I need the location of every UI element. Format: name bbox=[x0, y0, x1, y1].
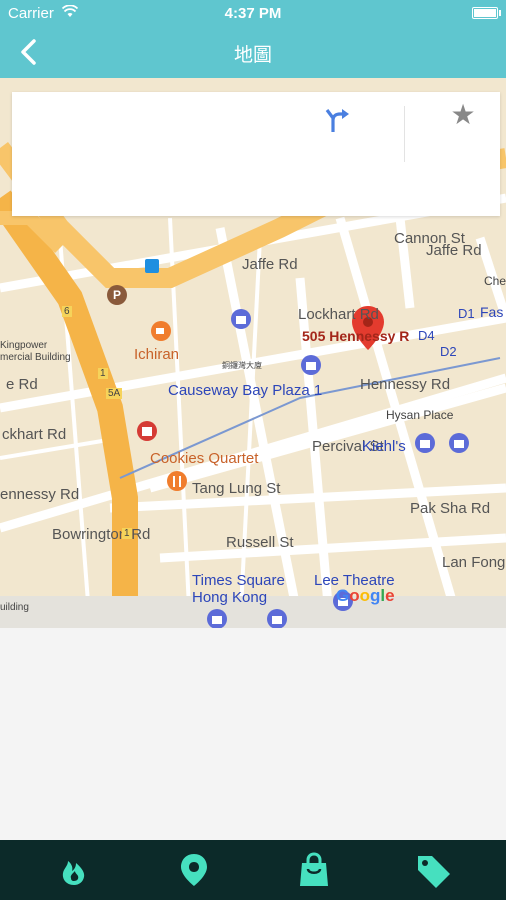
street-label: Lan Fong bbox=[442, 554, 506, 571]
poi-times-square[interactable]: Times Square bbox=[192, 572, 285, 589]
shopping-bag-icon bbox=[300, 852, 328, 886]
navigation-bar: 地圖 bbox=[0, 26, 506, 78]
street-label: Jaffe Rd bbox=[242, 256, 298, 273]
exit-label: D2 bbox=[440, 344, 457, 359]
street-label: Cannon St bbox=[394, 230, 465, 247]
street-label: Russell St bbox=[226, 534, 294, 551]
tab-shopping[interactable] bbox=[294, 852, 334, 888]
shopping-icon bbox=[231, 309, 251, 329]
shopping-icon bbox=[301, 355, 321, 375]
exit-label: D1 bbox=[458, 306, 475, 321]
road-marker: 1 bbox=[98, 368, 108, 379]
shopping-icon bbox=[449, 433, 469, 453]
address-label: 505 Hennessy R bbox=[302, 328, 410, 344]
bus-stop-icon bbox=[145, 259, 159, 273]
flame-icon bbox=[62, 861, 85, 885]
google-logo: Google bbox=[336, 586, 395, 605]
svg-text:P: P bbox=[113, 288, 121, 302]
battery-icon bbox=[472, 7, 498, 19]
card-divider bbox=[404, 106, 405, 162]
poi-hysan-place[interactable]: Hysan Place bbox=[386, 408, 453, 422]
poi-times-square-line2[interactable]: Hong Kong bbox=[192, 589, 267, 606]
street-label: ckhart Rd bbox=[2, 426, 67, 443]
street-label: Tang Lung St bbox=[192, 480, 281, 497]
directions-button[interactable] bbox=[324, 104, 354, 134]
street-label: Lockhart Rd bbox=[298, 306, 379, 323]
clock: 4:37 PM bbox=[224, 5, 282, 22]
status-bar: Carrier 4:37 PM bbox=[0, 0, 506, 26]
exit-label: D4 bbox=[418, 328, 435, 343]
street-label: Che bbox=[484, 274, 506, 288]
battery-tip bbox=[499, 10, 501, 16]
exit-label: Fas bbox=[480, 304, 504, 320]
poi-cookies-quartet[interactable]: Cookies Quartet bbox=[150, 450, 258, 467]
poi-kingpower: Kingpower bbox=[0, 340, 48, 351]
favorite-star-button[interactable]: ★ bbox=[448, 100, 478, 130]
poi-causeway-bay-plaza[interactable]: Causeway Bay Plaza 1 bbox=[168, 382, 322, 399]
tab-bar bbox=[0, 840, 506, 900]
shopping-icon bbox=[207, 609, 227, 628]
poi-kingpower-line2: mercial Building bbox=[0, 352, 71, 363]
street-label: Hennessy Rd bbox=[360, 376, 451, 393]
restaurant-icon bbox=[167, 471, 187, 491]
poi-building: uilding bbox=[0, 602, 29, 613]
parking-icon: P bbox=[107, 285, 127, 305]
location-info-card: ★ bbox=[12, 92, 500, 216]
shopping-icon bbox=[415, 433, 435, 453]
cafe-icon bbox=[151, 321, 171, 341]
shopping-icon bbox=[267, 609, 287, 628]
road-marker: 1 bbox=[122, 528, 132, 539]
directions-icon bbox=[325, 109, 349, 132]
museum-icon bbox=[137, 421, 157, 441]
tab-hot[interactable] bbox=[54, 852, 94, 888]
tab-deals[interactable] bbox=[414, 852, 454, 888]
street-label: ennessy Rd bbox=[0, 486, 80, 503]
street-label: e Rd bbox=[6, 376, 38, 393]
page-title: 地圖 bbox=[233, 45, 272, 66]
location-pin-icon bbox=[181, 854, 207, 886]
poi-kiehls[interactable]: Kiehl's bbox=[362, 438, 406, 455]
poi-ichiran[interactable]: Ichiran bbox=[134, 346, 179, 363]
poi-small-chinese: 銅鑼灣大廈 bbox=[222, 361, 262, 370]
tab-location[interactable] bbox=[174, 852, 214, 888]
street-label: Bowrington Rd bbox=[52, 526, 151, 543]
road-marker: 5A bbox=[106, 388, 123, 399]
street-label: Pak Sha Rd bbox=[410, 500, 491, 517]
road-marker: 6 bbox=[62, 306, 72, 317]
tag-icon bbox=[418, 856, 450, 888]
